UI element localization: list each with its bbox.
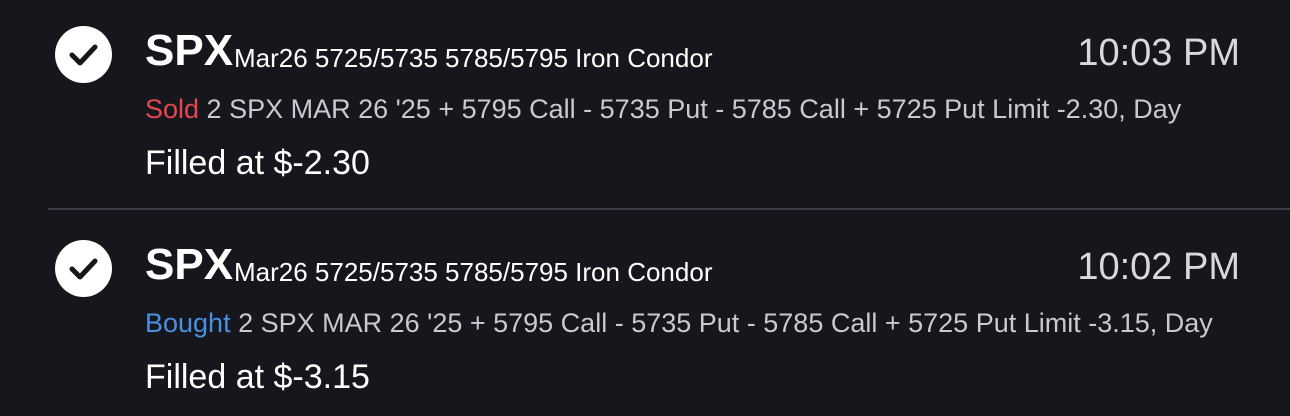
order-detail: Bought 2 SPX MAR 26 '25 + 5795 Call - 57…: [145, 306, 1213, 340]
order-filled-price: Filled at $-2.30: [145, 144, 370, 182]
order-side: Bought: [145, 308, 231, 338]
order-symbol: SPX: [145, 240, 234, 289]
order-detail-text: 2 SPX MAR 26 '25 + 5795 Call - 5735 Put …: [230, 308, 1213, 338]
order-detail-text: 2 SPX MAR 26 '25 + 5795 Call - 5735 Put …: [199, 94, 1182, 124]
order-detail: Sold 2 SPX MAR 26 '25 + 5795 Call - 5735…: [145, 92, 1181, 126]
divider: [48, 208, 1290, 210]
order-time: 10:03 PM: [1077, 32, 1240, 74]
order-description: Mar26 5725/5735 5785/5795 Iron Condor: [234, 43, 713, 73]
order-symbol: SPX: [145, 26, 234, 75]
order-side: Sold: [145, 94, 200, 124]
check-icon: [55, 26, 112, 83]
order-time: 10:02 PM: [1077, 246, 1240, 288]
order-description: Mar26 5725/5735 5785/5795 Iron Condor: [234, 257, 713, 287]
order-filled-price: Filled at $-3.15: [145, 358, 370, 396]
check-icon: [55, 240, 112, 297]
order-row[interactable]: SPX Mar26 5725/5735 5785/5795 Iron Condo…: [0, 0, 1290, 200]
order-row[interactable]: SPX Mar26 5725/5735 5785/5795 Iron Condo…: [0, 214, 1290, 414]
order-history-list: SPX Mar26 5725/5735 5785/5795 Iron Condo…: [0, 0, 1290, 416]
